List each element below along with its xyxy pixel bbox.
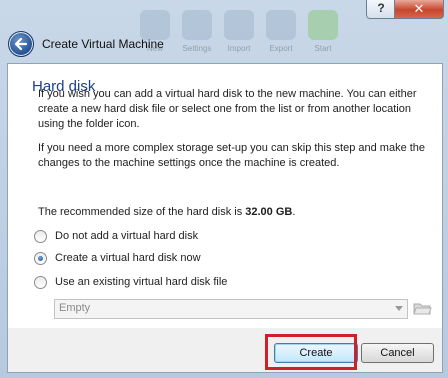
option-create-disk[interactable]: Create a virtual hard disk now [34, 250, 201, 266]
recommended-size-suffix: . [292, 206, 296, 218]
toolbar-label: Import [227, 44, 251, 53]
start-icon [308, 10, 338, 40]
option-no-disk[interactable]: Do not add a virtual hard disk [34, 228, 198, 244]
close-icon: ✕ [413, 1, 425, 16]
choose-disk-button[interactable] [412, 298, 432, 318]
radio-create-disk[interactable] [34, 251, 47, 265]
radio-no-disk[interactable] [34, 229, 47, 243]
option-label: Create a virtual hard disk now [55, 252, 201, 264]
recommended-size-text: The recommended size of the hard disk is… [38, 205, 430, 220]
toolbar-label: Start [314, 44, 332, 53]
description-paragraph-1: If you wish you can add a virtual hard d… [38, 88, 417, 130]
window-frame: New Settings Import Export Start ? ✕ Cre… [0, 0, 448, 378]
recommended-size-value: 32.00 GB [245, 206, 293, 218]
export-icon [266, 10, 296, 40]
import-icon [224, 10, 254, 40]
help-icon: ? [377, 1, 385, 15]
wizard-page: Hard disk If you wish you can add a virt… [8, 64, 442, 328]
help-button[interactable]: ? [366, 0, 396, 19]
option-label: Use an existing virtual hard disk file [55, 276, 228, 288]
back-button[interactable] [8, 31, 34, 57]
radio-existing-disk[interactable] [34, 275, 47, 289]
chevron-down-icon [395, 306, 403, 311]
cancel-button[interactable]: Cancel [361, 343, 434, 363]
existing-disk-select[interactable]: Empty [54, 299, 408, 319]
settings-icon [182, 10, 212, 40]
existing-disk-value: Empty [59, 302, 91, 314]
close-button[interactable]: ✕ [394, 0, 444, 19]
option-existing-disk[interactable]: Use an existing virtual hard disk file [34, 274, 227, 290]
highlight-box [265, 334, 357, 370]
back-arrow-icon [14, 37, 28, 51]
background-toolbar: New Settings Import Export Start [140, 4, 350, 56]
new-icon [140, 10, 170, 40]
folder-icon [413, 303, 432, 315]
toolbar-label: Export [269, 44, 293, 53]
recommended-size-prefix: The recommended size of the hard disk is [38, 206, 246, 218]
wizard-body: Hard disk If you wish you can add a virt… [7, 63, 443, 373]
toolbar-label: Settings [182, 44, 212, 53]
description-paragraph-2: If you need a more complex storage set-u… [38, 142, 426, 169]
window-title: Create Virtual Machine [42, 37, 164, 51]
option-label: Do not add a virtual hard disk [55, 230, 199, 242]
